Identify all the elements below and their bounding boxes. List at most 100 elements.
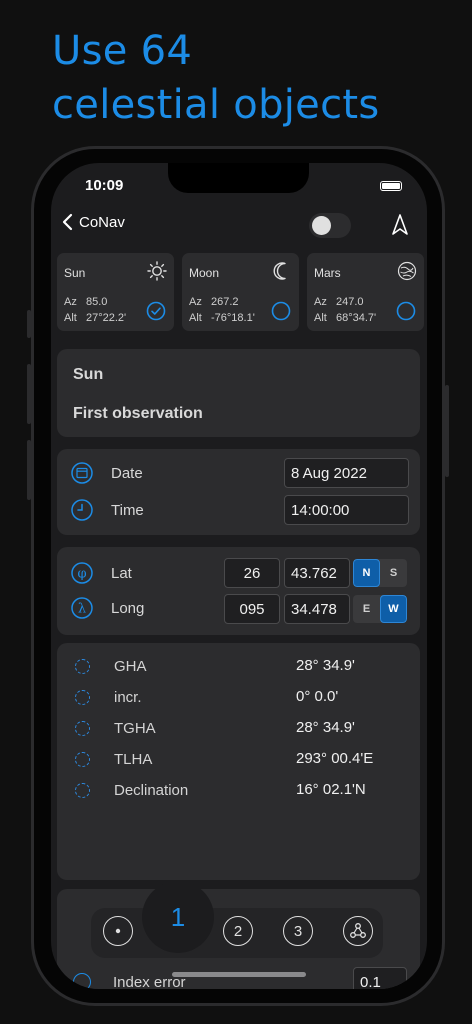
tgha-label: TGHA [114,719,156,737]
az-label: Az [64,296,77,308]
object-name: Sun [64,266,86,280]
computed-card: GHA 28° 34.9' incr. 0° 0.0' TGHA 28° 34.… [57,643,420,880]
object-card-mars[interactable]: Mars Az 247.0 Alt 68°34.7' [307,253,424,331]
alt-label: Alt [314,312,327,324]
tgha-value: 28° 34.9' [296,719,355,736]
lat-degrees-field[interactable]: 26 [224,558,280,588]
tab-2-label: 2 [233,922,243,940]
status-time: 10:09 [85,177,124,194]
declination-value: 16° 02.1'N [296,781,366,798]
long-degrees-field[interactable]: 095 [224,594,280,624]
toggle-knob [312,216,331,235]
phone-volume-up [27,364,31,424]
alt-value: 68°34.7' [336,312,377,324]
lat-hemisphere-toggle[interactable]: N S [353,559,407,587]
tab-2-button[interactable]: 2 [223,916,253,946]
incr-label: incr. [114,688,142,706]
time-label: Time [111,501,144,519]
chevron-left-icon [62,213,73,231]
observation-title: First observation [73,405,203,422]
tlha-label: TLHA [114,750,153,768]
promo-line-2: celestial objects [52,82,380,128]
incr-value: 0° 0.0' [296,688,339,705]
alt-label: Alt [64,312,77,324]
date-label: Date [111,464,143,482]
az-value: 247.0 [336,296,364,308]
datetime-card: Date 8 Aug 2022 Time 14:00:00 [57,449,420,535]
radio-circle-icon[interactable] [396,301,416,321]
object-card-moon[interactable]: Moon Az 267.2 Alt -76°18.1' [182,253,299,331]
az-value: 267.2 [211,296,239,308]
gha-row: GHA [75,655,147,677]
promo-headline: Use 64 celestial objects [52,24,380,132]
dashed-circle-icon [75,751,90,767]
incr-row: incr. [75,686,142,708]
radio-circle-icon[interactable] [271,301,291,321]
lat-minutes-field[interactable]: 43.762 [284,558,350,588]
dashed-circle-icon [75,658,90,674]
sun-icon [147,261,167,281]
svg-text:λ: λ [78,602,86,617]
fix-network-icon [350,923,366,938]
alt-value: 27°22.2' [86,312,127,324]
mars-icon [397,261,417,281]
camera-notch [168,163,309,193]
app-screen: 10:09 CoNav Sun Az 85.0 Alt 27°22.2' Moo… [51,163,427,989]
dashed-circle-icon [75,720,90,736]
position-card: φ Lat 26 43.762 N S λ Long 095 34.478 E … [57,547,420,635]
tab-3-button[interactable]: 3 [283,916,313,946]
check-circle-icon[interactable] [146,301,166,321]
az-label: Az [314,296,327,308]
back-button[interactable]: CoNav [61,213,125,231]
object-name: Mars [314,266,341,280]
gha-label: GHA [114,657,147,675]
promo-line-1: Use 64 [52,28,193,74]
phone-volume-down [27,440,31,500]
tab-fix-button[interactable] [343,916,373,946]
tlha-value: 293° 00.4'E [296,750,374,767]
object-name: Moon [189,266,220,280]
mode-toggle[interactable] [309,213,351,238]
phone-power-button [445,385,449,477]
clock-icon [71,499,93,521]
long-label: Long [111,599,145,617]
object-card-sun[interactable]: Sun Az 85.0 Alt 27°22.2' [57,253,174,331]
observation-card: Sun First observation [57,349,420,437]
long-east-option[interactable]: E [353,595,380,623]
lat-north-option[interactable]: N [353,559,380,587]
battery-icon [380,181,402,191]
long-minutes-field[interactable]: 34.478 [284,594,350,624]
target-dot-icon [115,928,121,934]
back-label: CoNav [79,213,125,231]
time-field[interactable]: 14:00:00 [284,495,409,525]
lat-label: Lat [111,564,132,582]
tab-3-label: 3 [293,922,303,940]
long-hemisphere-toggle[interactable]: E W [353,595,407,623]
nav-bar: CoNav [51,213,427,239]
navigation-arrow-icon[interactable] [390,213,410,237]
phi-icon: φ [71,562,93,584]
tgha-row: TGHA [75,717,156,739]
observation-body: Sun [73,366,104,383]
tab-1-label: 1 [170,901,186,932]
svg-text:φ: φ [77,567,86,582]
date-field[interactable]: 8 Aug 2022 [284,458,409,488]
lambda-icon: λ [71,597,93,619]
gha-value: 28° 34.9' [296,657,355,674]
moon-icon [273,262,286,280]
declination-label: Declination [114,781,189,799]
alt-label: Alt [189,312,202,324]
alt-value: -76°18.1' [211,312,255,324]
declination-row: Declination [75,779,188,801]
tab-1-button[interactable]: 1 [142,881,214,953]
tlha-row: TLHA [75,748,152,770]
long-west-option[interactable]: W [380,595,407,623]
lat-south-option[interactable]: S [380,559,407,587]
az-value: 85.0 [86,296,108,308]
calendar-icon [71,462,93,484]
az-label: Az [189,296,202,308]
dashed-circle-icon [75,782,90,798]
phone-mute-switch [27,310,31,338]
tab-sight-button[interactable] [103,916,133,946]
home-indicator [172,972,306,977]
